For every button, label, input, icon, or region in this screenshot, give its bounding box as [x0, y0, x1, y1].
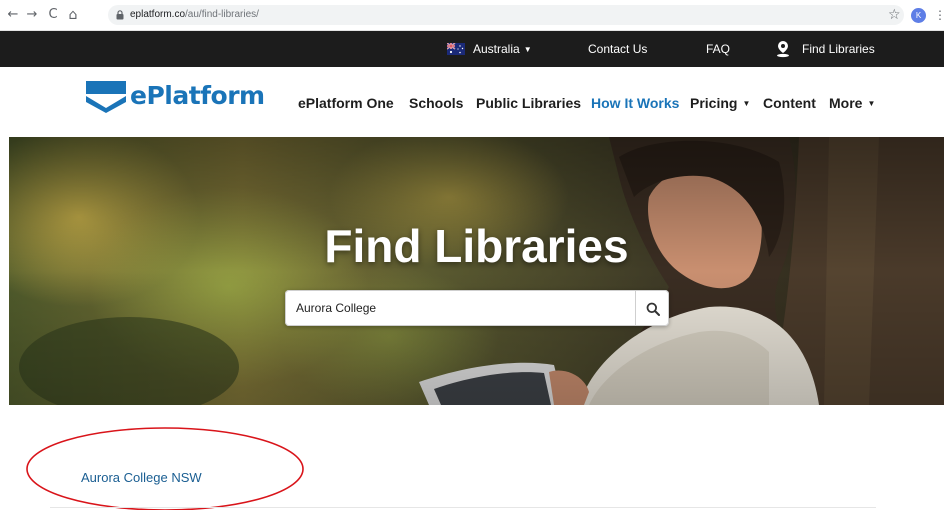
address-bar[interactable]: eplatform.co/au/find-libraries/ [108, 5, 904, 25]
caret-down-icon: ▼ [523, 45, 532, 54]
australia-flag-icon [447, 43, 465, 55]
browser-toolbar: ← → C ⌂ eplatform.co/au/find-libraries/ … [0, 0, 944, 31]
hero-banner: Find Libraries [9, 137, 944, 405]
nav-more-label: More [829, 95, 863, 111]
url-path: /au/find-libraries/ [185, 9, 259, 20]
caret-down-icon: ▼ [742, 99, 751, 108]
nav-pricing-label: Pricing [690, 95, 738, 111]
main-navigation: ePlatform ePlatform One Schools Public L… [0, 67, 944, 137]
library-search-form [285, 290, 669, 326]
profile-avatar[interactable]: K [911, 8, 926, 23]
nav-eplatform-one[interactable]: ePlatform One [298, 93, 394, 113]
faq-link[interactable]: FAQ [706, 31, 730, 67]
location-pin-icon [777, 41, 789, 58]
nav-content[interactable]: Content [763, 93, 816, 113]
home-icon[interactable]: ⌂ [66, 8, 80, 22]
contact-us-link[interactable]: Contact Us [588, 31, 647, 67]
nav-public-libraries[interactable]: Public Libraries [476, 93, 581, 113]
forward-arrow-icon[interactable]: → [25, 8, 39, 22]
lock-icon [116, 10, 124, 20]
page: ← → C ⌂ eplatform.co/au/find-libraries/ … [0, 0, 944, 510]
library-search-input[interactable] [285, 290, 635, 326]
find-libraries-link[interactable]: Find Libraries [802, 31, 875, 67]
caret-down-icon: ▼ [867, 99, 876, 108]
bookmark-star-icon[interactable]: ☆ [888, 7, 901, 23]
nav-more[interactable]: More ▼ [829, 93, 875, 114]
utility-bar: Australia ▼ Contact Us FAQ Find Libraries [0, 31, 944, 67]
eplatform-logo-icon[interactable] [86, 81, 126, 113]
region-label: Australia [473, 42, 520, 56]
red-annotation-circle [26, 427, 304, 510]
back-arrow-icon[interactable]: ← [6, 8, 20, 22]
url-host: eplatform.co [130, 9, 186, 20]
region-selector[interactable]: Australia ▼ [473, 31, 532, 67]
search-button[interactable] [635, 290, 669, 326]
nav-pricing[interactable]: Pricing ▼ [690, 93, 750, 114]
url-text: eplatform.co/au/find-libraries/ [130, 8, 259, 22]
browser-menu-icon[interactable]: ⋮ [934, 7, 944, 23]
nav-how-it-works[interactable]: How It Works [591, 93, 679, 113]
result-divider [50, 507, 876, 508]
search-icon [646, 302, 660, 316]
reload-icon[interactable]: C [46, 8, 60, 22]
logo-text[interactable]: ePlatform [130, 79, 265, 113]
hero-title: Find Libraries [324, 220, 629, 272]
nav-schools[interactable]: Schools [409, 93, 463, 113]
